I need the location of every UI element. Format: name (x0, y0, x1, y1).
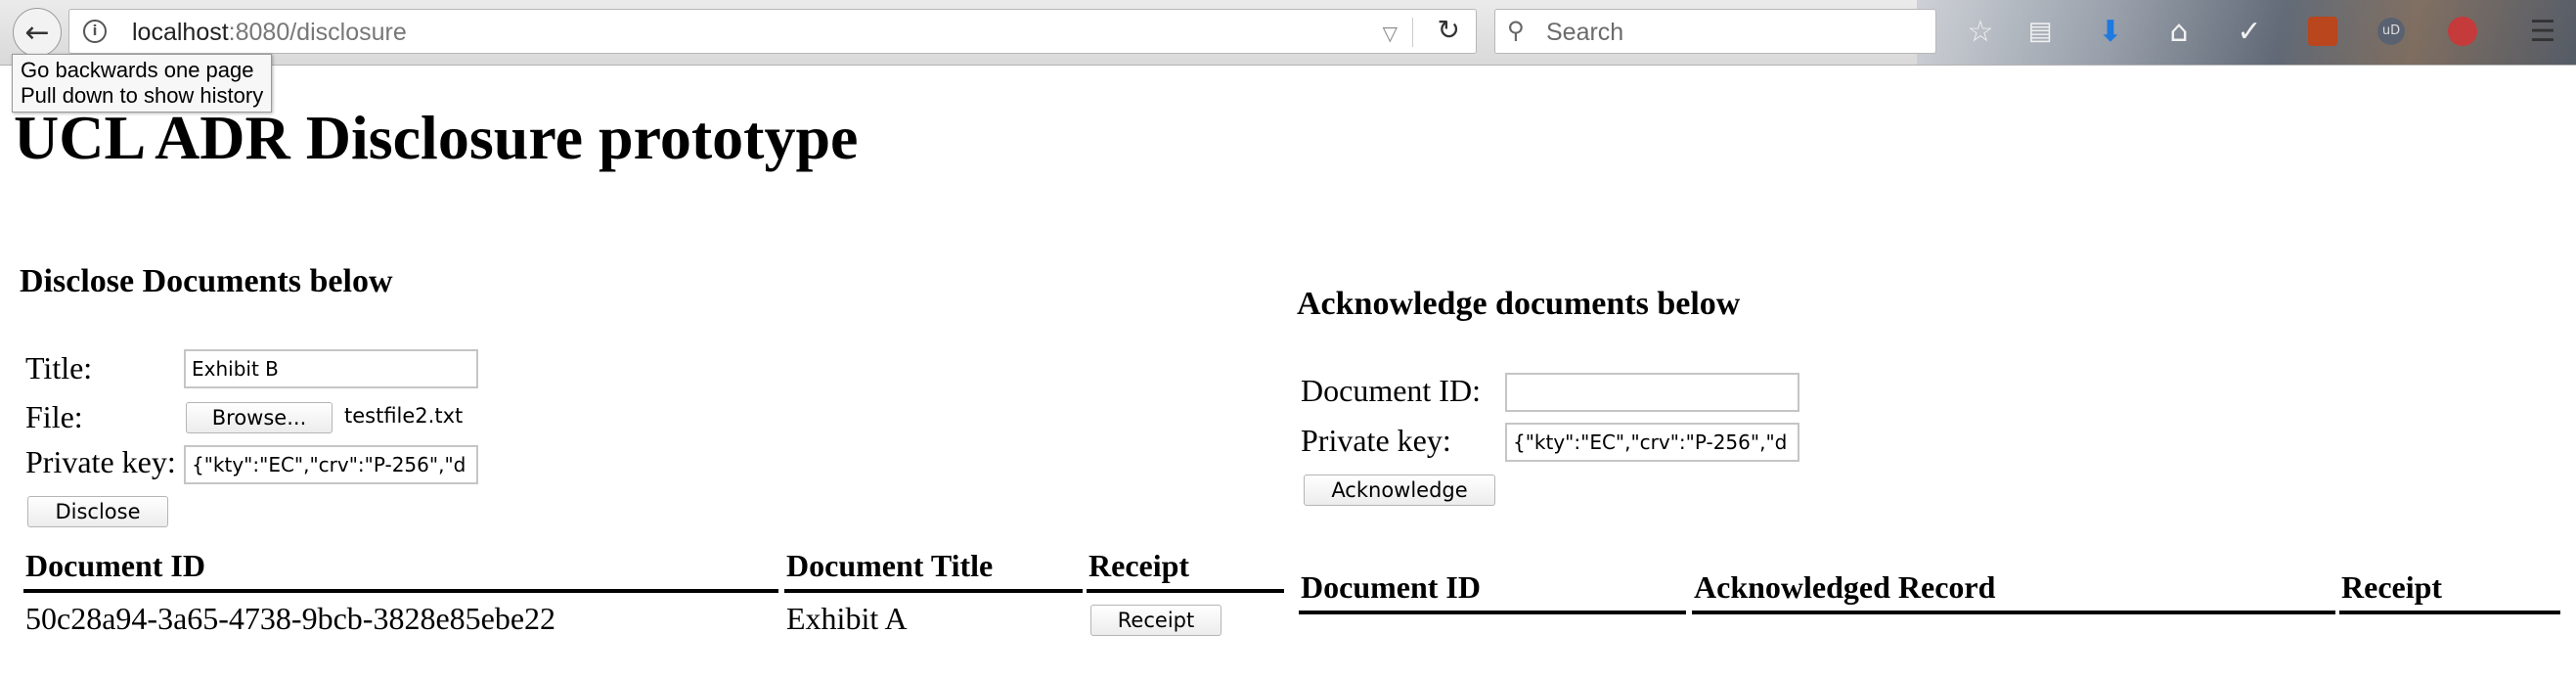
reload-icon[interactable]: ↻ (1438, 14, 1460, 46)
disclose-col-document-title: Document Title (786, 548, 994, 583)
search-icon: ⚲ (1507, 17, 1525, 44)
table-cell-document-title: Exhibit A (786, 601, 908, 636)
title-label: Title: (25, 350, 93, 385)
url-divider (1412, 18, 1413, 47)
url-host: localhost (132, 19, 229, 46)
disclose-button[interactable]: Disclose (27, 496, 168, 527)
back-button[interactable]: ← (13, 8, 62, 57)
receipt-button[interactable]: Receipt (1090, 605, 1221, 636)
acknowledge-button[interactable]: Acknowledge (1304, 475, 1495, 506)
browse-button[interactable]: Browse... (186, 402, 333, 433)
disclose-header-rule (1087, 589, 1284, 593)
selected-file-name: testfile2.txt (344, 404, 464, 428)
ack-col-receipt: Receipt (2341, 569, 2443, 605)
ublock-icon[interactable]: uD (2372, 12, 2411, 51)
ack-col-document-id: Document ID (1301, 569, 1481, 605)
pocket-icon[interactable]: ✓ (2230, 12, 2269, 51)
ack-private-key-input[interactable] (1505, 423, 1799, 462)
disclose-header-rule (784, 589, 1083, 593)
file-label: File: (25, 399, 83, 434)
search-input[interactable] (1544, 16, 1920, 49)
private-key-input[interactable] (184, 445, 478, 484)
ack-private-key-label: Private key: (1301, 423, 1451, 458)
title-input[interactable] (184, 349, 478, 388)
download-icon[interactable]: ⬇ (2091, 12, 2130, 51)
page-title: UCL ADR Disclosure prototype (14, 103, 859, 172)
ack-header-rule (1299, 611, 1686, 614)
privacy-badger-icon[interactable] (2443, 12, 2482, 51)
disclose-header-rule (23, 589, 778, 593)
url-dropdown-icon[interactable]: ▽ (1383, 22, 1398, 45)
tooltip-line-1: Go backwards one page (21, 58, 254, 82)
url-path: :8080/disclosure (228, 19, 407, 46)
url-text[interactable]: localhost:8080/disclosure (132, 19, 407, 47)
search-bar[interactable]: ⚲ (1494, 9, 1936, 54)
acknowledge-heading: Acknowledge documents below (1297, 286, 1741, 322)
home-icon[interactable]: ⌂ (2159, 12, 2198, 51)
document-id-input[interactable] (1505, 373, 1799, 412)
disclose-col-document-id: Document ID (25, 548, 205, 583)
extension-icon[interactable] (2303, 12, 2342, 51)
ack-header-rule (1692, 611, 2335, 614)
ack-col-acknowledged-record: Acknowledged Record (1694, 569, 1996, 605)
url-bar[interactable]: i localhost:8080/disclosure ▽ ↻ (68, 9, 1477, 54)
bookmark-star-icon[interactable]: ☆ (1961, 12, 2000, 51)
table-cell-document-id: 50c28a94-3a65-4738-9bcb-3828e85ebe22 (25, 601, 556, 636)
document-id-label: Document ID: (1301, 373, 1481, 408)
disclose-col-receipt: Receipt (1088, 548, 1190, 583)
disclose-heading: Disclose Documents below (20, 263, 393, 299)
menu-icon[interactable]: ☰ (2523, 12, 2562, 51)
info-icon[interactable]: i (83, 20, 107, 43)
tooltip-line-2: Pull down to show history (21, 83, 264, 108)
reading-list-icon[interactable]: ▤ (2021, 12, 2060, 51)
browser-toolbar: ← i localhost:8080/disclosure ▽ ↻ ⚲ ☆ ▤ … (0, 0, 2576, 66)
back-button-tooltip: Go backwards one page Pull down to show … (12, 54, 273, 113)
arrow-left-icon: ← (24, 15, 50, 50)
ack-header-rule (2339, 611, 2560, 614)
private-key-label: Private key: (25, 444, 176, 479)
